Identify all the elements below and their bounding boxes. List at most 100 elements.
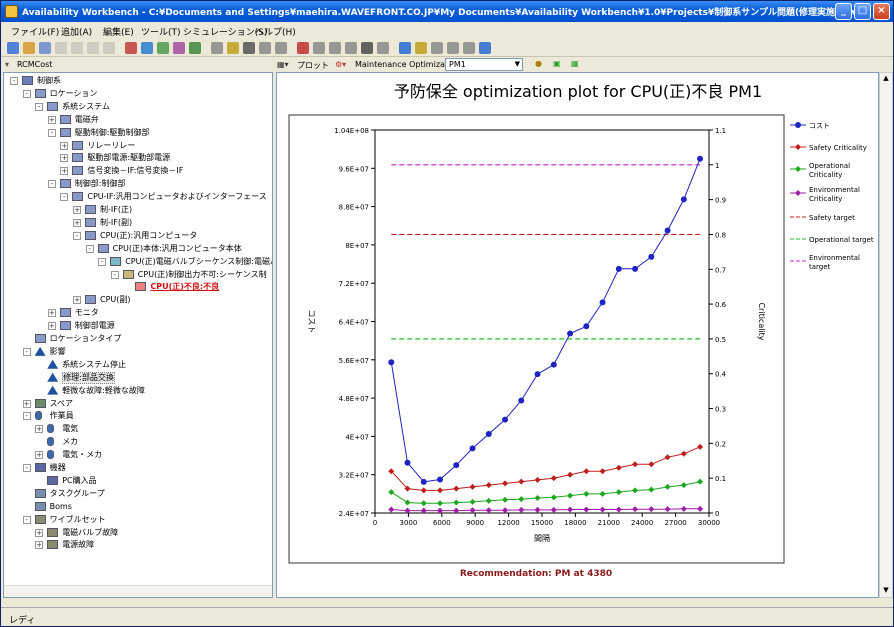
tree-item[interactable]: - 作業員 — [4, 410, 272, 422]
tree-item[interactable]: ロケーションタイプ — [4, 333, 272, 345]
collapse-icon[interactable]: - — [22, 347, 31, 356]
rcmcost-dropdown[interactable]: RCMCost — [17, 60, 52, 69]
tree-item[interactable]: + 電磁バルブ故障 — [4, 527, 272, 539]
tree-item[interactable]: + 制-IF(正) — [4, 204, 272, 216]
tree-item[interactable]: + 電気・メカ — [4, 449, 272, 461]
expand-icon[interactable]: + — [35, 541, 44, 550]
tree-item[interactable]: + 電源故障 — [4, 539, 272, 551]
collapse-icon[interactable]: - — [98, 257, 107, 266]
tree-item[interactable]: 系統システム停止 — [4, 359, 272, 371]
collapse-icon[interactable]: - — [22, 412, 31, 421]
tree-item[interactable]: - 制御系 — [4, 75, 272, 87]
collapse-icon[interactable]: - — [110, 270, 119, 279]
tree-item[interactable]: + 駆動部電源:駆動部電源 — [4, 152, 272, 164]
collapse-icon[interactable]: - — [73, 231, 81, 240]
tree-item[interactable]: - ロケーション — [4, 88, 272, 100]
paste-gray-icon[interactable] — [87, 42, 99, 54]
tree-item[interactable]: + CPU(副) — [4, 294, 272, 306]
tree-item[interactable]: - 影響 — [4, 346, 272, 358]
menu-help[interactable]: ヘルプ(H) — [255, 25, 296, 38]
collapse-icon[interactable]: - — [10, 77, 18, 85]
tree-item[interactable]: + 制御部電源 — [4, 320, 272, 332]
up-icon[interactable] — [399, 42, 411, 54]
list-icon[interactable] — [329, 42, 341, 54]
tree-item[interactable]: - 駆動制御:駆動制御部 — [4, 127, 272, 139]
task-icon[interactable] — [189, 42, 201, 54]
tree-item[interactable]: PC購入品 — [4, 475, 272, 487]
collapse-icon[interactable]: - — [60, 193, 69, 202]
new-icon[interactable] — [7, 42, 19, 54]
report-icon[interactable] — [345, 42, 357, 54]
plot-menu[interactable]: プロット — [297, 60, 329, 71]
tree-item[interactable]: + 制-IF(副) — [4, 217, 272, 229]
tree-item[interactable]: メカ — [4, 436, 272, 448]
tree-item[interactable]: + 信号変換－IF:信号変換－IF — [4, 165, 272, 177]
scissors-icon[interactable] — [211, 42, 223, 54]
expand-icon[interactable]: + — [73, 296, 81, 305]
down-icon[interactable] — [431, 42, 443, 54]
print-icon[interactable] — [313, 42, 325, 54]
tree-item[interactable]: CPU(正)不良:不良 — [4, 281, 272, 293]
tree-item[interactable]: - 系統システム — [4, 101, 272, 113]
tree-item[interactable]: Boms — [4, 501, 272, 513]
tree-item[interactable]: - 機器 — [4, 462, 272, 474]
collapse-icon[interactable]: - — [47, 180, 56, 189]
undo-gray-icon[interactable] — [103, 42, 115, 54]
expand-icon[interactable]: + — [73, 218, 81, 227]
help-icon[interactable] — [447, 42, 459, 54]
copy-icon[interactable] — [227, 42, 239, 54]
tree-item[interactable]: タスクグループ — [4, 488, 272, 500]
minimize-button[interactable]: _ — [835, 3, 852, 20]
collapse-icon[interactable]: - — [22, 515, 31, 524]
traffic-icon[interactable] — [415, 42, 427, 54]
save-icon[interactable] — [39, 42, 51, 54]
undo-icon[interactable] — [275, 42, 287, 54]
maximize-button[interactable]: □ — [854, 3, 871, 20]
tree-item[interactable]: + リレーリレー — [4, 140, 272, 152]
tree-item[interactable]: + スペア — [4, 398, 272, 410]
expand-icon[interactable]: + — [47, 309, 56, 318]
title-bar[interactable]: Availability Workbench - C:¥Documents an… — [1, 1, 893, 22]
paste-icon[interactable] — [243, 42, 255, 54]
menu-tools[interactable]: ツール(T) — [141, 25, 181, 38]
expand-icon[interactable]: + — [35, 528, 44, 537]
tree-item[interactable]: - ワイブルセット — [4, 514, 272, 526]
tree-item[interactable]: - 制御部:制御部 — [4, 178, 272, 190]
dropdown-icon[interactable]: ▾ — [5, 60, 9, 69]
pm-selector[interactable]: PM1 ▼ — [445, 58, 523, 71]
tree-item[interactable]: 修理:部品交換 — [4, 371, 272, 384]
scroll-up-icon[interactable]: ▲ — [881, 74, 891, 84]
table-icon[interactable]: ▦ — [571, 59, 579, 68]
expand-icon[interactable]: + — [22, 399, 31, 408]
expand-icon[interactable]: + — [73, 206, 81, 214]
expand-icon[interactable]: + — [35, 451, 44, 460]
refresh-icon[interactable] — [297, 42, 309, 54]
expand-icon[interactable]: + — [47, 115, 56, 124]
about-icon[interactable] — [479, 42, 491, 54]
collapse-icon[interactable]: - — [22, 464, 31, 472]
collapse-icon[interactable]: - — [22, 89, 31, 98]
traffic-light-icon[interactable]: ● — [535, 59, 542, 68]
expand-icon[interactable]: + — [35, 425, 44, 434]
settings-icon[interactable] — [377, 42, 389, 54]
menu-add[interactable]: 追加(A) — [61, 25, 92, 38]
horizontal-scrollbar[interactable] — [4, 585, 272, 597]
tree-item[interactable]: + モニタ — [4, 307, 272, 319]
collapse-icon[interactable]: - — [35, 102, 44, 111]
close-button[interactable]: × — [873, 3, 890, 20]
expand-icon[interactable]: + — [47, 322, 56, 331]
delete-icon[interactable] — [259, 42, 271, 54]
graph-icon[interactable] — [361, 42, 373, 54]
person-icon[interactable] — [157, 42, 169, 54]
open-icon[interactable] — [23, 42, 35, 54]
scroll-down-icon[interactable]: ▼ — [881, 586, 891, 596]
tree-item[interactable]: + 電気 — [4, 423, 272, 435]
info-icon[interactable] — [463, 42, 475, 54]
menu-edit[interactable]: 編集(E) — [103, 25, 134, 38]
warning-icon[interactable] — [125, 42, 137, 54]
expand-icon[interactable]: + — [60, 167, 69, 176]
vertical-scrollbar[interactable]: ▲ ▼ — [879, 72, 893, 598]
expand-icon[interactable]: + — [60, 154, 69, 163]
menu-file[interactable]: ファイル(F) — [11, 25, 59, 38]
cut-gray-icon[interactable] — [55, 42, 67, 54]
